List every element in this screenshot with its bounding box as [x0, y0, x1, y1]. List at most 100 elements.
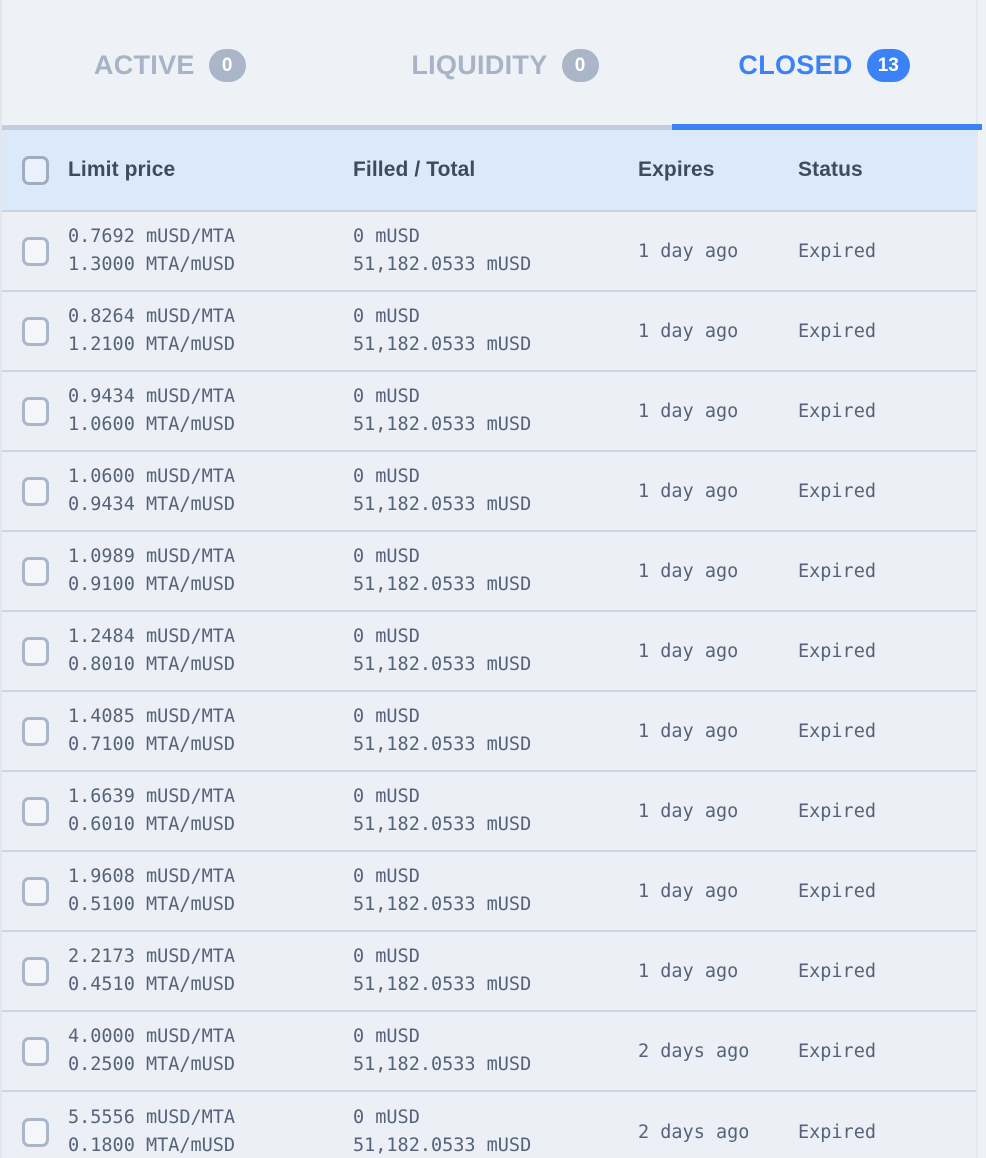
row-checkbox[interactable] — [21, 316, 49, 346]
row-select-cell[interactable] — [2, 316, 68, 346]
table-row[interactable]: 5.5556 mUSD/MTA 0.1800 MTA/mUSD 0 mUSD 51,1… — [2, 1092, 976, 1158]
limit-price-primary: 1.9608 mUSD/MTA — [68, 866, 236, 887]
row-select-cell[interactable] — [2, 956, 68, 986]
table-row[interactable]: 1.0600 mUSD/MTA 0.9434 MTA/mUSD 0 mUSD 51,1… — [2, 452, 976, 532]
cell-expires: 1 day ago — [638, 320, 739, 342]
row-checkbox[interactable] — [21, 716, 49, 746]
tab-closed[interactable]: CLOSED 13 — [672, 0, 982, 130]
cell-limit-price: 1.2484 mUSD/MTA 0.8010 MTA/mUSD — [68, 623, 353, 679]
row-select-cell[interactable] — [2, 876, 68, 906]
row-checkbox[interactable] — [21, 876, 49, 906]
limit-price-primary: 1.4085 mUSD/MTA — [68, 706, 236, 727]
limit-price-primary: 0.8264 mUSD/MTA — [68, 306, 236, 327]
table-row[interactable]: 1.0989 mUSD/MTA 0.9100 MTA/mUSD 0 mUSD 51,1… — [2, 532, 976, 612]
tab-label: CLOSED — [738, 49, 853, 80]
tab-bar: ACTIVE 0 LIQUIDITY 0 CLOSED 13 — [0, 0, 982, 130]
column-header-status[interactable]: Status — [798, 158, 978, 182]
row-checkbox[interactable] — [21, 1036, 49, 1066]
select-all-cell[interactable] — [2, 155, 68, 185]
limit-price-inverse: 0.9434 MTA/mUSD — [68, 494, 236, 515]
tab-liquidity[interactable]: LIQUIDITY 0 — [338, 0, 673, 130]
tab-count-badge: 13 — [866, 48, 910, 82]
table-row[interactable]: 0.9434 mUSD/MTA 1.0600 MTA/mUSD 0 mUSD 51,1… — [2, 372, 976, 452]
filled-amount: 0 mUSD — [353, 786, 420, 807]
cell-filled-total: 0 mUSD 51,182.0533 mUSD — [353, 1104, 638, 1158]
column-header-filled-total[interactable]: Filled / Total — [353, 158, 638, 182]
tab-label: LIQUIDITY — [411, 49, 548, 80]
cell-limit-price: 0.8264 mUSD/MTA 1.2100 MTA/mUSD — [68, 303, 353, 359]
filled-amount: 0 mUSD — [353, 706, 420, 727]
cell-limit-price: 2.2173 mUSD/MTA 0.4510 MTA/mUSD — [68, 943, 353, 999]
cell-limit-price: 1.0989 mUSD/MTA 0.9100 MTA/mUSD — [68, 543, 353, 599]
table-row[interactable]: 1.9608 mUSD/MTA 0.5100 MTA/mUSD 0 mUSD 51,1… — [2, 852, 976, 932]
cell-limit-price: 0.7692 mUSD/MTA 1.3000 MTA/mUSD — [68, 223, 353, 279]
cell-filled-total: 0 mUSD 51,182.0533 mUSD — [353, 783, 638, 839]
cell-limit-price: 5.5556 mUSD/MTA 0.1800 MTA/mUSD — [68, 1104, 353, 1158]
column-header-limit-price[interactable]: Limit price — [68, 158, 353, 182]
row-select-cell[interactable] — [2, 236, 68, 266]
row-select-cell[interactable] — [2, 476, 68, 506]
total-amount: 51,182.0533 mUSD — [353, 494, 532, 515]
limit-price-inverse: 0.7100 MTA/mUSD — [68, 734, 236, 755]
total-amount: 51,182.0533 mUSD — [353, 1054, 532, 1075]
filled-amount: 0 mUSD — [353, 466, 420, 487]
table-row[interactable]: 1.2484 mUSD/MTA 0.8010 MTA/mUSD 0 mUSD 51,1… — [2, 612, 976, 692]
limit-price-inverse: 0.9100 MTA/mUSD — [68, 574, 236, 595]
cell-filled-total: 0 mUSD 51,182.0533 mUSD — [353, 223, 638, 279]
limit-price-inverse: 1.3000 MTA/mUSD — [68, 254, 236, 275]
cell-filled-total: 0 mUSD 51,182.0533 mUSD — [353, 383, 638, 439]
limit-price-primary: 1.0989 mUSD/MTA — [68, 546, 236, 567]
row-select-cell[interactable] — [2, 796, 68, 826]
cell-status: Expired — [798, 480, 876, 502]
limit-price-primary: 1.2484 mUSD/MTA — [68, 626, 236, 647]
table-row[interactable]: 0.8264 mUSD/MTA 1.2100 MTA/mUSD 0 mUSD 51,1… — [2, 292, 976, 372]
limit-price-inverse: 0.1800 MTA/mUSD — [68, 1135, 236, 1156]
filled-amount: 0 mUSD — [353, 946, 420, 967]
row-checkbox[interactable] — [21, 796, 49, 826]
row-select-cell[interactable] — [2, 636, 68, 666]
tab-count-badge: 0 — [561, 48, 599, 82]
cell-filled-total: 0 mUSD 51,182.0533 mUSD — [353, 863, 638, 919]
row-select-cell[interactable] — [2, 1036, 68, 1066]
limit-price-primary: 4.0000 mUSD/MTA — [68, 1026, 236, 1047]
row-select-cell[interactable] — [2, 716, 68, 746]
row-select-cell[interactable] — [2, 556, 68, 586]
total-amount: 51,182.0533 mUSD — [353, 654, 532, 675]
row-checkbox[interactable] — [21, 396, 49, 426]
table-header-row: Limit price Filled / Total Expires Statu… — [2, 130, 976, 212]
table-row[interactable]: 1.4085 mUSD/MTA 0.7100 MTA/mUSD 0 mUSD 51,1… — [2, 692, 976, 772]
cell-filled-total: 0 mUSD 51,182.0533 mUSD — [353, 543, 638, 599]
row-checkbox[interactable] — [21, 1117, 49, 1147]
limit-price-inverse: 0.4510 MTA/mUSD — [68, 974, 236, 995]
tab-count-badge: 0 — [208, 48, 246, 82]
table-body: 0.7692 mUSD/MTA 1.3000 MTA/mUSD 0 mUSD 51,1… — [2, 212, 976, 1158]
cell-status: Expired — [798, 960, 876, 982]
row-select-cell[interactable] — [2, 1117, 68, 1147]
orders-table: Limit price Filled / Total Expires Statu… — [0, 130, 978, 1158]
filled-amount: 0 mUSD — [353, 1026, 420, 1047]
limit-price-primary: 5.5556 mUSD/MTA — [68, 1107, 236, 1128]
tab-active[interactable]: ACTIVE 0 — [2, 0, 338, 130]
cell-status: Expired — [798, 400, 876, 422]
row-checkbox[interactable] — [21, 556, 49, 586]
total-amount: 51,182.0533 mUSD — [353, 1135, 532, 1156]
row-checkbox[interactable] — [21, 956, 49, 986]
cell-status: Expired — [798, 1121, 876, 1143]
cell-status: Expired — [798, 720, 876, 742]
table-row[interactable]: 4.0000 mUSD/MTA 0.2500 MTA/mUSD 0 mUSD 51,1… — [2, 1012, 976, 1092]
table-row[interactable]: 2.2173 mUSD/MTA 0.4510 MTA/mUSD 0 mUSD 51,1… — [2, 932, 976, 1012]
row-select-cell[interactable] — [2, 396, 68, 426]
cell-filled-total: 0 mUSD 51,182.0533 mUSD — [353, 623, 638, 679]
select-all-checkbox[interactable] — [21, 155, 49, 185]
row-checkbox[interactable] — [21, 236, 49, 266]
limit-price-inverse: 0.6010 MTA/mUSD — [68, 814, 236, 835]
row-checkbox[interactable] — [21, 636, 49, 666]
filled-amount: 0 mUSD — [353, 866, 420, 887]
cell-expires: 1 day ago — [638, 560, 739, 582]
cell-limit-price: 1.9608 mUSD/MTA 0.5100 MTA/mUSD — [68, 863, 353, 919]
column-header-expires[interactable]: Expires — [638, 158, 798, 182]
row-checkbox[interactable] — [21, 476, 49, 506]
table-row[interactable]: 0.7692 mUSD/MTA 1.3000 MTA/mUSD 0 mUSD 51,1… — [2, 212, 976, 292]
cell-filled-total: 0 mUSD 51,182.0533 mUSD — [353, 463, 638, 519]
table-row[interactable]: 1.6639 mUSD/MTA 0.6010 MTA/mUSD 0 mUSD 51,1… — [2, 772, 976, 852]
